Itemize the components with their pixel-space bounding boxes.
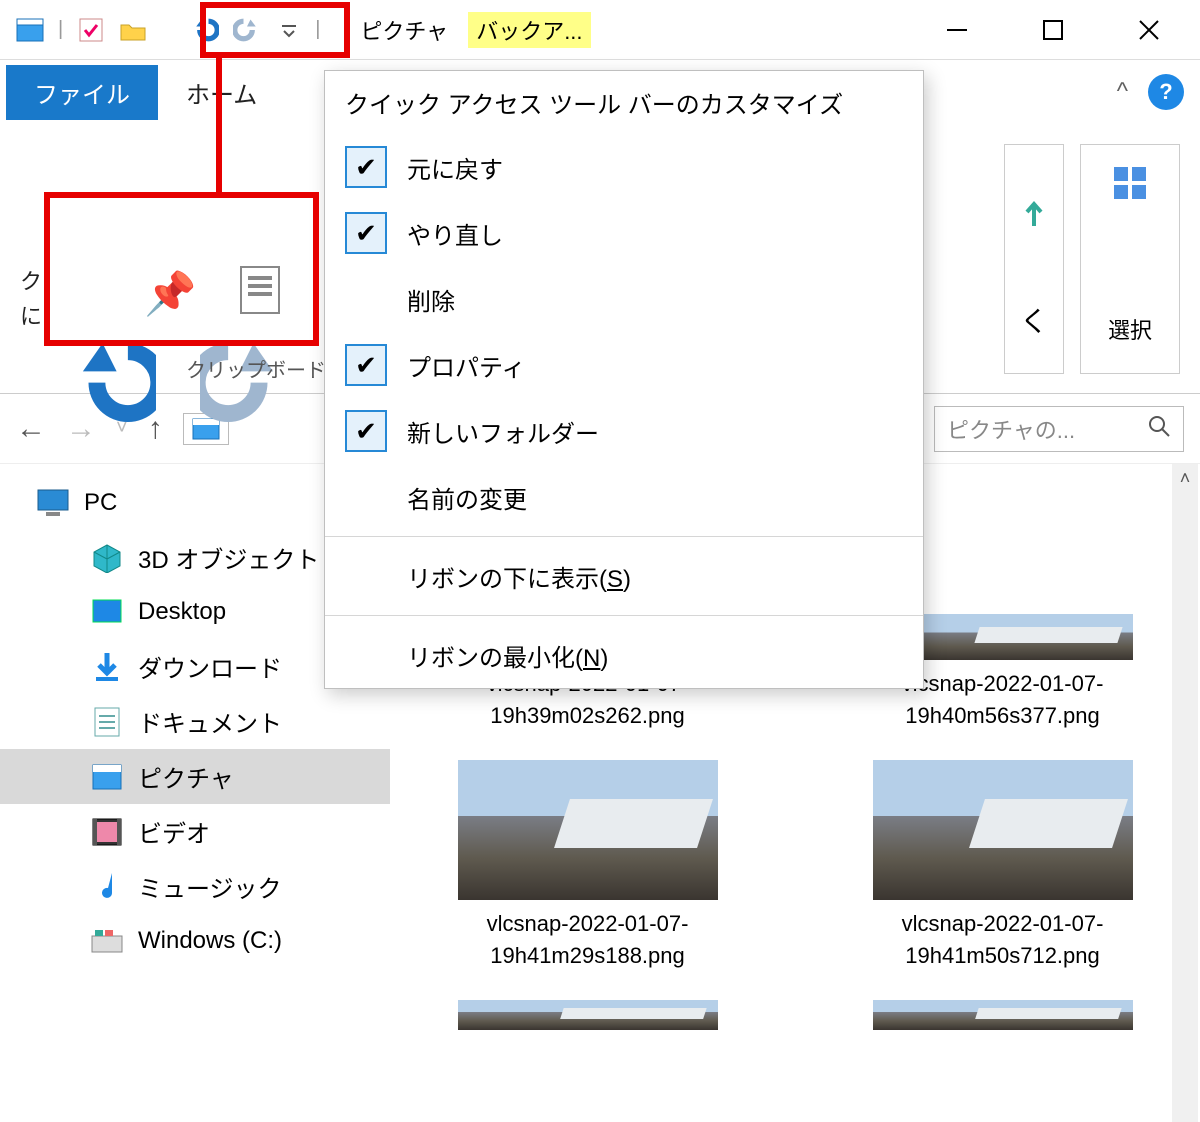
tree-label: ピクチャ (138, 759, 234, 794)
qat-menu-label: リボンの最小化(N) (407, 638, 608, 673)
qat-menu-label: プロパティ (407, 348, 526, 383)
qat-menu-item-delete[interactable]: 削除 (325, 266, 923, 332)
documents-icon (90, 705, 124, 739)
pc-icon (36, 486, 70, 520)
tab-file[interactable]: ファイル (6, 65, 158, 120)
context-tab-label[interactable]: バックア... (468, 12, 590, 48)
qat-menu-item-minimize-ribbon[interactable]: リボンの最小化(N) (325, 622, 923, 688)
file-item[interactable]: vlcsnap-2022-01-07-19h41m50s712.png (825, 760, 1180, 972)
thumbnail-image (458, 760, 718, 900)
pin-icon[interactable]: 📌 (144, 270, 196, 319)
undo-large-icon[interactable] (66, 332, 156, 428)
window-controls (934, 7, 1192, 53)
help-icon[interactable]: ? (1148, 74, 1184, 110)
qat-menu-item-rename[interactable]: 名前の変更 (325, 464, 923, 530)
title-separator: | (315, 18, 320, 41)
music-icon (90, 870, 124, 904)
qat-customize-menu: クイック アクセス ツール バーのカスタマイズ ✔ 元に戻す ✔ やり直し 削除… (324, 70, 924, 689)
ribbon-peek-label: く (1020, 300, 1048, 340)
ribbon-group-peek-left: く (1004, 144, 1064, 374)
file-item[interactable] (410, 1000, 765, 1030)
videos-icon (90, 815, 124, 849)
file-name: vlcsnap-2022-01-07-19h41m29s188.png (410, 908, 765, 972)
qat-dropdown-icon[interactable] (275, 16, 303, 44)
nav-back-icon[interactable]: ← (16, 412, 46, 446)
new-folder-icon[interactable] (119, 16, 147, 44)
tree-label: Desktop (138, 598, 226, 626)
check-icon: ✔ (345, 146, 387, 188)
check-icon: ✔ (345, 410, 387, 452)
qat-menu-label: 名前の変更 (407, 480, 527, 515)
check-icon: ✔ (345, 344, 387, 386)
pictures-icon (90, 760, 124, 794)
qat-menu-label: 削除 (407, 282, 455, 317)
thumbnail-image (873, 760, 1133, 900)
window-title: ピクチャ (360, 14, 448, 46)
qat-menu-label: リボンの下に表示(S) (407, 559, 631, 594)
qat-menu-label: やり直し (407, 216, 503, 251)
maximize-button[interactable] (1030, 7, 1076, 53)
tree-item-music[interactable]: ミュージック (0, 859, 390, 914)
file-item[interactable] (825, 1000, 1180, 1030)
cube-icon (90, 541, 124, 575)
annotation-connector (216, 58, 222, 198)
ribbon-left-text: ク に (20, 264, 42, 334)
check-icon: ✔ (345, 212, 387, 254)
tree-label: ミュージック (138, 869, 282, 904)
menu-separator (325, 536, 923, 537)
file-name: vlcsnap-2022-01-07-19h41m50s712.png (825, 908, 1180, 972)
quick-access-toolbar: | (8, 16, 303, 44)
tree-label: ビデオ (138, 814, 210, 849)
file-item[interactable]: vlcsnap-2022-01-07-19h41m29s188.png (410, 760, 765, 972)
select-all-icon (1110, 163, 1150, 203)
collapse-ribbon-icon[interactable]: ^ (1117, 78, 1128, 106)
search-icon (1147, 414, 1171, 444)
search-box[interactable]: ピクチャの... (934, 406, 1184, 452)
drive-icon (90, 924, 124, 958)
scroll-up-icon[interactable]: ˄ (1172, 468, 1198, 489)
qat-menu-item-properties[interactable]: ✔ プロパティ (325, 332, 923, 398)
tree-label: ダウンロード (138, 649, 282, 684)
download-icon (90, 650, 124, 684)
undo-icon[interactable] (191, 16, 219, 44)
qat-separator: | (58, 18, 63, 41)
redo-icon[interactable] (233, 16, 261, 44)
tree-label: Windows (C:) (138, 927, 282, 955)
qat-menu-label: 元に戻す (407, 150, 503, 185)
properties-icon[interactable] (77, 16, 105, 44)
tree-label: ドキュメント (138, 704, 282, 739)
title-bar: | | ピクチャ バックア... (0, 0, 1200, 60)
menu-separator (325, 615, 923, 616)
pictures-app-icon (16, 16, 44, 44)
search-placeholder: ピクチャの... (947, 413, 1075, 445)
ribbon-group-select[interactable]: 選択 (1080, 144, 1180, 374)
minimize-button[interactable] (934, 7, 980, 53)
tree-item-videos[interactable]: ビデオ (0, 804, 390, 859)
desktop-icon (90, 595, 124, 629)
ribbon-select-label: 選択 (1108, 313, 1152, 345)
tree-item-pictures[interactable]: ピクチャ (0, 749, 390, 804)
qat-menu-item-undo[interactable]: ✔ 元に戻す (325, 134, 923, 200)
qat-menu-item-newfolder[interactable]: ✔ 新しいフォルダー (325, 398, 923, 464)
copy-path-icon[interactable] (240, 266, 280, 314)
qat-menu-header: クイック アクセス ツール バーのカスタマイズ (325, 71, 923, 134)
thumbnail-image (873, 1000, 1133, 1030)
tree-item-documents[interactable]: ドキュメント (0, 694, 390, 749)
ribbon-left-line1: ク (20, 264, 42, 299)
vertical-scrollbar[interactable]: ˄ (1172, 464, 1198, 1122)
new-item-arrow-icon[interactable] (1017, 196, 1051, 230)
ribbon-left-line2: に (20, 299, 42, 334)
qat-menu-item-redo[interactable]: ✔ やり直し (325, 200, 923, 266)
tree-item-drive-c[interactable]: Windows (C:) (0, 914, 390, 968)
qat-menu-label: 新しいフォルダー (407, 414, 599, 449)
ribbon-group-clipboard-label: クリップボード (186, 354, 326, 383)
thumbnail-image (458, 1000, 718, 1030)
tree-label-pc: PC (84, 489, 117, 517)
qat-menu-item-below-ribbon[interactable]: リボンの下に表示(S) (325, 543, 923, 609)
tree-label: 3D オブジェクト (138, 540, 319, 575)
close-button[interactable] (1126, 7, 1172, 53)
